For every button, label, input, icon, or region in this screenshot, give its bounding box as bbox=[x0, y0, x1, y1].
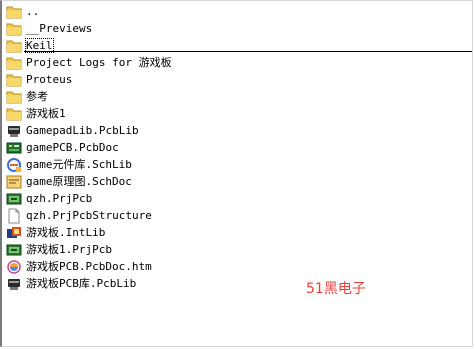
item-label: 游戏板PCB.PcbDoc.htm bbox=[26, 260, 152, 273]
folder-icon bbox=[6, 21, 22, 37]
item-label: game原理图.SchDoc bbox=[26, 175, 132, 188]
file-list[interactable]: .. __Previews Keil Project Logs for 游戏板 Prot… bbox=[6, 3, 471, 292]
file-row[interactable]: 游戏板PCB.PcbDoc.htm bbox=[6, 258, 471, 275]
pcblib-icon bbox=[6, 276, 22, 292]
item-label: 游戏板1.PrjPcb bbox=[26, 243, 112, 256]
blank-file-icon bbox=[6, 208, 22, 224]
item-label: game元件库.SchLib bbox=[26, 158, 132, 171]
folder-row[interactable]: .. bbox=[6, 3, 471, 20]
item-label: gamePCB.PcbDoc bbox=[26, 141, 119, 154]
file-row[interactable]: qzh.PrjPcb bbox=[6, 190, 471, 207]
file-row[interactable]: gamePCB.PcbDoc bbox=[6, 139, 471, 156]
folder-icon bbox=[6, 72, 22, 88]
folder-icon bbox=[6, 89, 22, 105]
item-label: qzh.PrjPcbStructure bbox=[26, 209, 152, 222]
item-label: GamepadLib.PcbLib bbox=[26, 124, 139, 137]
file-row[interactable]: GamepadLib.PcbLib bbox=[6, 122, 471, 139]
folder-icon bbox=[6, 106, 22, 122]
file-row[interactable]: 游戏板PCB库.PcbLib bbox=[6, 275, 471, 292]
html-icon bbox=[6, 259, 22, 275]
item-label: 参考 bbox=[26, 90, 48, 103]
folder-row[interactable]: Project Logs for 游戏板 bbox=[6, 54, 471, 71]
file-row[interactable]: qzh.PrjPcbStructure bbox=[6, 207, 471, 224]
intlib-icon bbox=[6, 225, 22, 241]
file-row[interactable]: game元件库.SchLib bbox=[6, 156, 471, 173]
folder-row[interactable]: Proteus bbox=[6, 71, 471, 88]
folder-icon bbox=[6, 4, 22, 20]
folder-row[interactable]: __Previews bbox=[6, 20, 471, 37]
pcbdoc-icon bbox=[6, 140, 22, 156]
folder-row[interactable]: 游戏板1 bbox=[6, 105, 471, 122]
schlib-icon bbox=[6, 157, 22, 173]
watermark-text: 51黑电子 bbox=[306, 281, 366, 297]
item-label: Project Logs for 游戏板 bbox=[26, 56, 172, 69]
file-row[interactable]: 游戏板.IntLib bbox=[6, 224, 471, 241]
file-row[interactable]: 游戏板1.PrjPcb bbox=[6, 241, 471, 258]
schdoc-icon bbox=[6, 174, 22, 190]
folder-row[interactable]: 参考 bbox=[6, 88, 471, 105]
file-list-panel: .. __Previews Keil Project Logs for 游戏板 Prot… bbox=[0, 0, 473, 347]
item-label: Proteus bbox=[26, 73, 73, 86]
folder-icon bbox=[6, 38, 22, 54]
item-label: qzh.PrjPcb bbox=[26, 192, 93, 205]
prjpcb-icon bbox=[6, 242, 22, 258]
item-label: .. bbox=[26, 5, 40, 18]
item-label: 游戏板PCB库.PcbLib bbox=[26, 277, 137, 290]
item-label: 游戏板.IntLib bbox=[26, 226, 106, 239]
pcblib-icon bbox=[6, 123, 22, 139]
prjpcb-icon bbox=[6, 191, 22, 207]
item-label: __Previews bbox=[26, 22, 93, 35]
file-row[interactable]: game原理图.SchDoc bbox=[6, 173, 471, 190]
item-label: 游戏板1 bbox=[26, 107, 66, 120]
folder-icon bbox=[6, 55, 22, 71]
selection-underline bbox=[24, 51, 472, 52]
